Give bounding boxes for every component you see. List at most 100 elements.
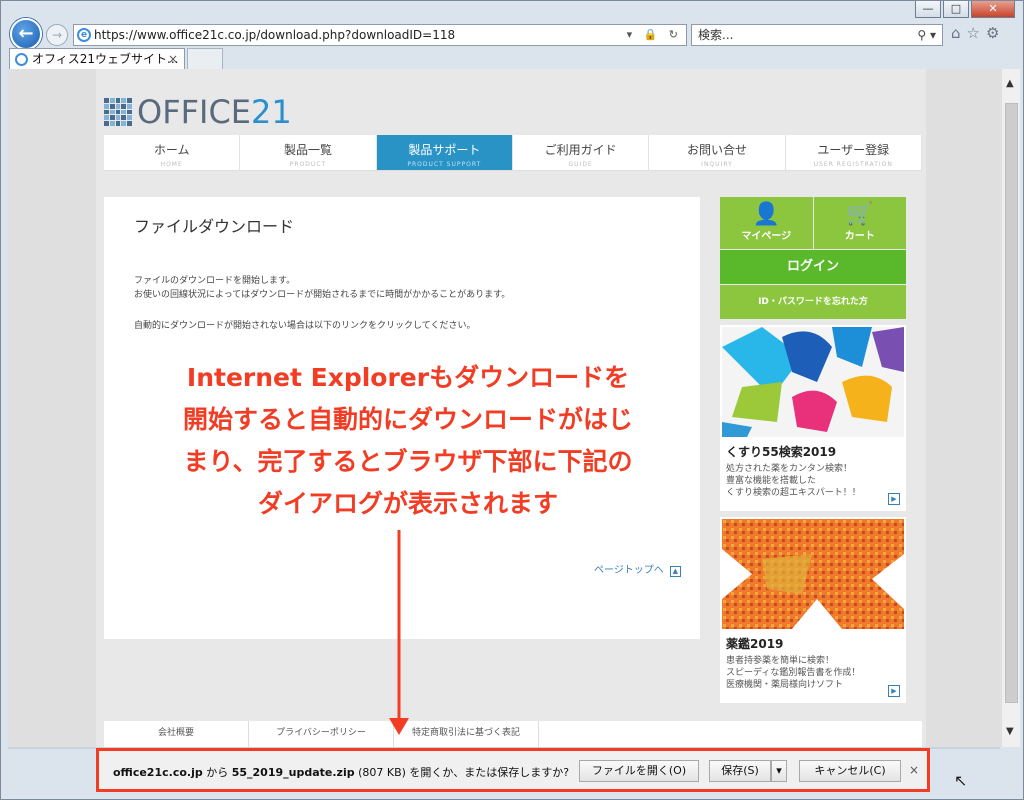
question-text: を開くか、または保存しますか? [409,766,570,779]
footer-link-commerce-law[interactable]: 特定商取引法に基づく表記 [394,721,539,747]
chevron-down-icon: ▾ [776,764,782,777]
tab-row: オフィス21ウェブサイト... × [1,48,1024,70]
address-controls[interactable]: ▾ 🔒 ↻ [627,25,682,45]
page-top-label: ページトップへ [594,565,664,576]
nav-sublabel: USER REGISTRATION [813,161,893,168]
annotation-text: Internet Explorerもダウンロードを 開始すると自動的にダウンロー… [108,357,708,525]
search-placeholder: 検索... [698,28,734,42]
download-filename: 55_2019_update.zip [231,766,355,779]
scroll-up-icon[interactable]: ▲ [1006,78,1014,89]
nav-label: お問い合せ [686,143,747,157]
annotation-arrow [389,530,409,735]
cart-label: カート [844,231,875,242]
play-arrow-icon[interactable]: ▶ [888,685,900,697]
nav-sublabel: PRODUCT [289,161,327,168]
nav-home[interactable]: ホーム HOME [104,135,241,170]
mouse-cursor-icon: ↖ [954,771,968,790]
main-nav: ホーム HOME 製品一覧 PRODUCT 製品サポート PRODUCT SUPPOR… [104,135,922,171]
logo-mark-icon [104,98,132,126]
search-icon[interactable]: ⚲ ▾ [917,25,936,45]
banner-desc-line: くすり検索の超エキスパート！！ [726,488,861,498]
new-tab-button[interactable] [187,48,223,70]
footer-link-privacy[interactable]: プライバシーポリシー [249,721,394,747]
cancel-button[interactable]: キャンセル(C) [799,760,901,782]
page-title: ファイルダウンロード [134,217,295,236]
up-arrow-icon: ▲ [669,566,681,577]
logo-prefix: OFFICE [137,93,251,131]
site-footer: 会社概要 プライバシーポリシー 特定商取引法に基づく表記 [104,721,922,747]
open-file-button[interactable]: ファイルを開く(O) [579,760,699,782]
settings-gear-icon[interactable]: ⚙ [986,24,999,42]
download-prompt: office21c.co.jp から 55_2019_update.zip (8… [113,764,569,780]
nav-guide[interactable]: ご利用ガイド GUIDE [513,135,650,170]
forgot-password-button[interactable]: ID・パスワードを忘れた方 [720,285,906,319]
cart-button[interactable]: 🛒 カート [813,197,906,249]
forward-arrow-icon: → [51,28,63,42]
save-button[interactable]: 保存(S) [709,760,771,782]
ie-favicon-icon: e [77,28,91,42]
vertical-scrollbar[interactable]: ▲ ▼ [1001,69,1020,747]
person-icon: 👤 [752,202,780,227]
save-dropdown-button[interactable]: ▾ [771,760,787,782]
download-message-2: お使いの回線状況によってはダウンロードが開始されるまでに時間がかかることがありま… [134,290,511,300]
annotation-line: まり、完了するとブラウザ下部に下記の [183,447,633,476]
nav-inquiry[interactable]: お問い合せ INQUIRY [649,135,786,170]
close-icon[interactable]: × [909,763,919,777]
favorites-star-icon[interactable]: ☆ [967,24,980,42]
banner-desc-line: 医療機関・薬局様向けソフト [726,680,844,690]
page-top-link[interactable]: ページトップへ ▲ [594,561,681,577]
download-message-1: ファイルのダウンロードを開始します。 [134,276,296,286]
footer-link-company[interactable]: 会社概要 [104,721,249,747]
mypage-label: マイページ [741,231,792,242]
nav-sublabel: HOME [160,161,183,168]
download-notification-bar: office21c.co.jp から 55_2019_update.zip (8… [96,748,930,792]
nav-label: ホーム [153,143,190,157]
maximize-button[interactable]: □ [943,1,969,18]
login-button[interactable]: ログイン [720,250,906,284]
home-icon[interactable]: ⌂ [951,24,961,42]
forward-button[interactable]: → [46,24,68,46]
sidebar: 👤 マイページ 🛒 カート ログイン ID・パスワードを忘れた方 くすり55検索… [720,197,906,703]
banner-kusuri55[interactable]: くすり55検索2019 処方された薬をカンタン検索！ 豊富な機能を搭載した くす… [720,325,906,511]
from-text: から [202,766,232,779]
url-text: https://www.office21c.co.jp/download.php… [94,28,456,42]
nav-label: ご利用ガイド [544,143,617,157]
address-row: ← → e https://www.office21c.co.jp/downlo… [1,18,1024,50]
banner-title: くすり55検索2019 [726,445,837,459]
toolbar-icons: ⌂ ☆ ⚙ [951,24,999,42]
window-controls: — □ ✕ [915,1,1015,18]
address-bar[interactable]: e https://www.office21c.co.jp/download.p… [73,24,687,46]
file-size: (807 KB) [354,766,410,779]
mypage-button[interactable]: 👤 マイページ [720,197,813,249]
scroll-thumb[interactable] [1005,103,1018,703]
cart-icon: 🛒 [846,202,874,227]
tab-close-icon[interactable]: × [168,49,178,70]
logo-text: OFFICE21 [137,93,292,131]
annotation-line: ダイアログが表示されます [257,489,558,518]
tab-favicon-icon [15,53,28,66]
close-window-button[interactable]: ✕ [971,1,1015,18]
nav-products[interactable]: 製品一覧 PRODUCT [240,135,377,170]
play-arrow-icon[interactable]: ▶ [888,493,900,505]
browser-tab[interactable]: オフィス21ウェブサイト... × [9,48,185,70]
annotation-line: 開始すると自動的にダウンロードがはじ [182,405,633,434]
back-button[interactable]: ← [10,18,42,50]
minimize-button[interactable]: — [915,1,941,18]
nav-label: ユーザー登録 [817,143,890,157]
nav-sublabel: PRODUCT SUPPORT [407,161,482,168]
download-message-3: 自動的にダウンロードが開始されない場合は以下のリンクをクリックしてください。 [134,321,476,331]
search-box[interactable]: 検索... ⚲ ▾ [691,24,943,46]
nav-product-support[interactable]: 製品サポート PRODUCT SUPPORT [376,135,513,170]
banner-yakkan[interactable]: 薬鑑2019 患者持参薬を簡単に検索！ スピーディな鑑別報告書を作成！ 医療機関… [720,517,906,703]
banner-title: 薬鑑2019 [726,637,784,651]
nav-label: 製品一覧 [283,143,332,157]
nav-sublabel: GUIDE [568,161,593,168]
site-logo[interactable]: OFFICE21 [104,93,292,131]
nav-user-registration[interactable]: ユーザー登録 USER REGISTRATION [786,135,922,170]
yakkan-banner-image [722,519,904,629]
back-arrow-icon: ← [18,23,34,44]
scroll-down-icon[interactable]: ▼ [1006,726,1014,737]
account-buttons: 👤 マイページ 🛒 カート [720,197,906,249]
download-host: office21c.co.jp [113,766,203,779]
kusuri55-banner-image [722,327,904,437]
